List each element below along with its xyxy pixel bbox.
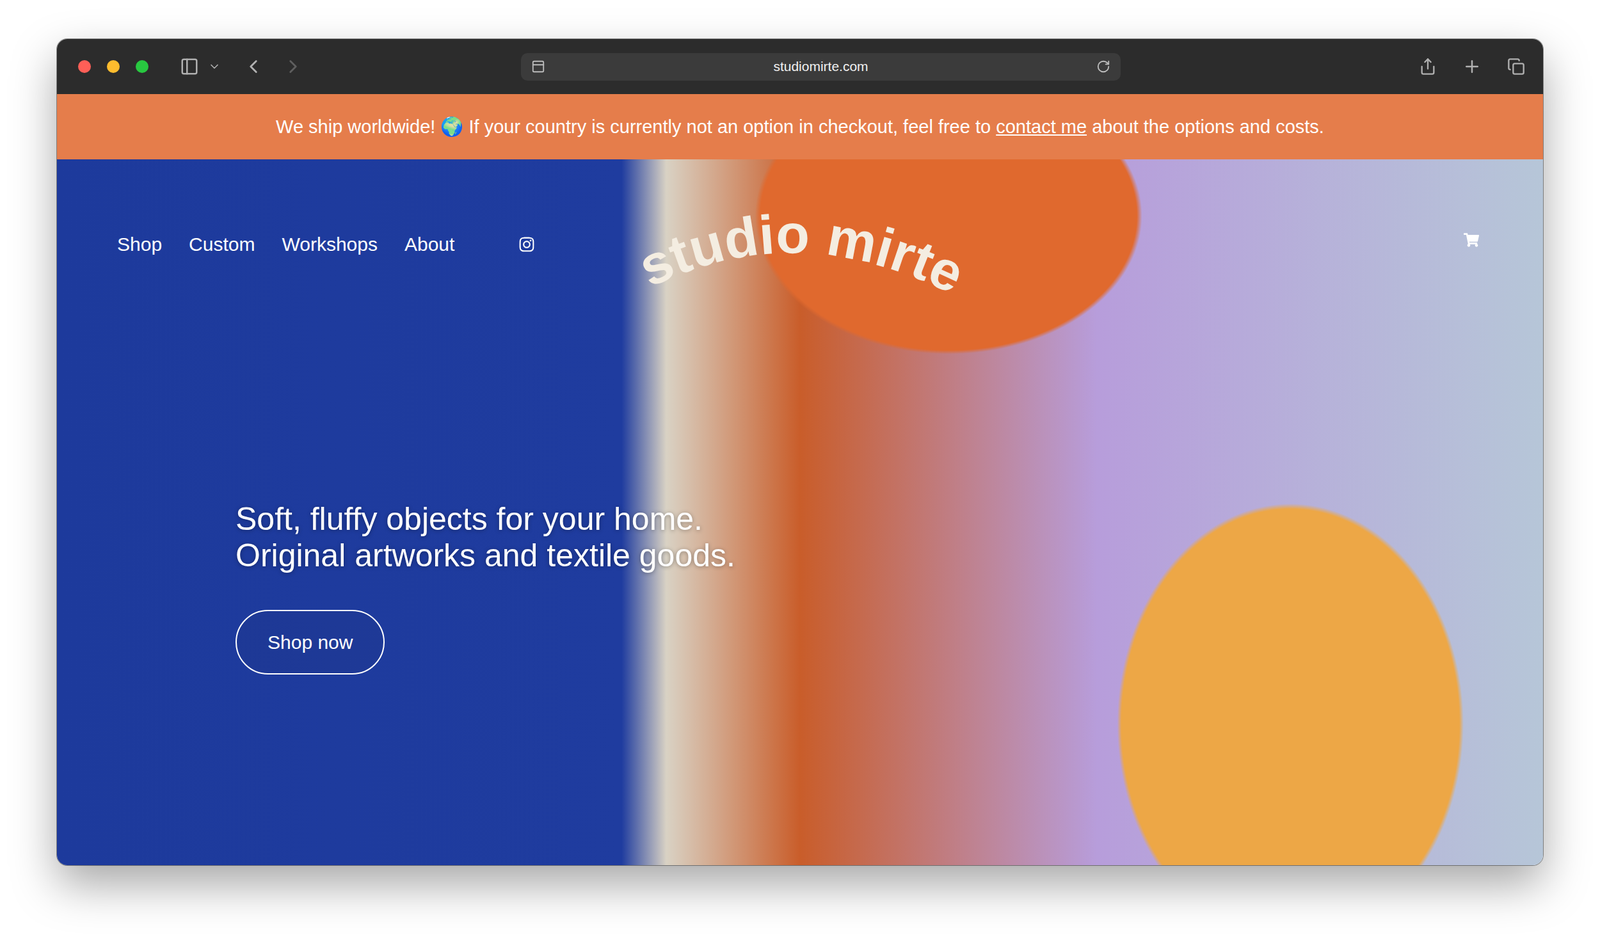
browser-toolbar: studiomirte.com — [56, 39, 1544, 95]
sidebar-icon[interactable] — [179, 56, 200, 77]
new-tab-icon[interactable] — [1462, 56, 1482, 77]
chevron-down-icon[interactable] — [208, 60, 221, 73]
zoom-button[interactable] — [135, 60, 149, 73]
address-bar[interactable]: studiomirte.com — [520, 53, 1121, 81]
tabs-overview-icon[interactable] — [1507, 57, 1526, 76]
forward-icon — [282, 55, 304, 78]
site-header: Shop Custom Workshops About studio mirte — [56, 159, 1544, 322]
hero-photo: Shop Custom Workshops About studio mirte Soft… — [56, 159, 1544, 866]
nav-item[interactable]: Custom — [188, 233, 255, 256]
url-text: studiomirte.com — [545, 58, 1097, 75]
nav-item[interactable]: About — [404, 233, 455, 256]
reload-icon[interactable] — [1096, 59, 1111, 74]
shipping-banner: We ship worldwide! 🌍 If your country is … — [56, 94, 1544, 160]
instagram-icon[interactable] — [518, 236, 536, 253]
browser-window: studiomirte.com We ship worldwide! 🌍 If y… — [56, 39, 1544, 866]
hero-headline: Soft, fluffy objects for your home.Origi… — [235, 501, 736, 575]
shop-now-button[interactable]: Shop now — [235, 609, 385, 675]
back-icon[interactable] — [242, 55, 265, 78]
share-icon[interactable] — [1418, 57, 1437, 76]
contact-link[interactable]: contact me — [995, 116, 1087, 138]
hero-content: Soft, fluffy objects for your home.Origi… — [235, 501, 1544, 675]
screen: studiomirte.com We ship worldwide! 🌍 If y… — [0, 0, 1600, 942]
page-menu-icon[interactable] — [531, 59, 546, 74]
main-nav: Shop Custom Workshops About — [117, 187, 600, 256]
site-logo[interactable]: studio mirte — [599, 187, 997, 322]
svg-text:studio mirte: studio mirte — [629, 202, 974, 305]
cart-icon[interactable] — [1463, 232, 1480, 248]
nav-item[interactable]: Shop — [117, 233, 162, 256]
close-button[interactable] — [78, 60, 91, 73]
nav-item[interactable]: Workshops — [281, 233, 378, 256]
minimize-button[interactable] — [106, 60, 120, 73]
